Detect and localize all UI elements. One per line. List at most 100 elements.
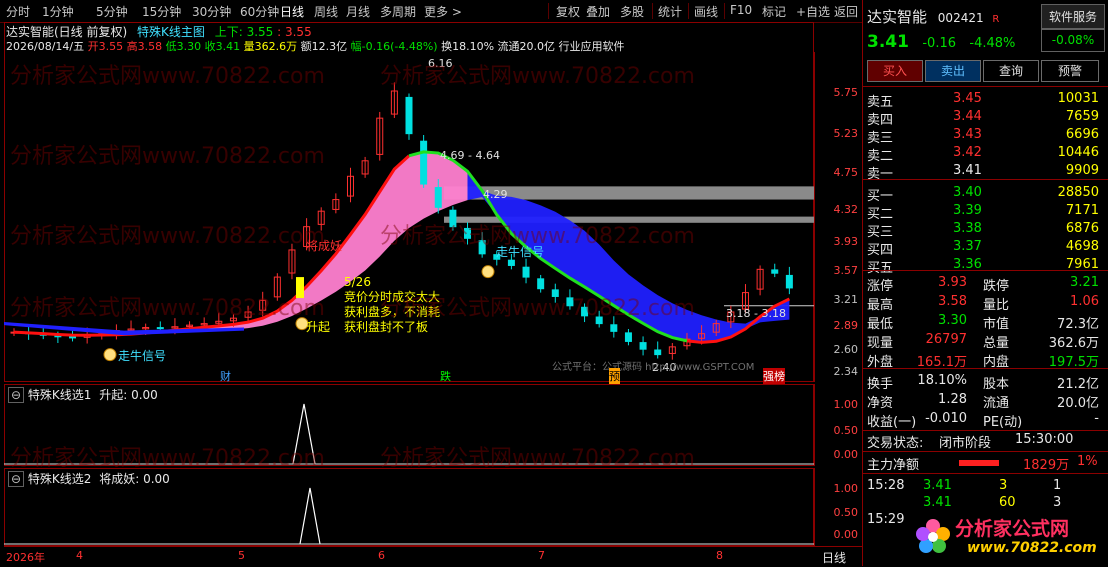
signal-label-1: 走牛信号: [118, 349, 167, 363]
buy-button[interactable]: 买入: [867, 60, 923, 82]
tick-list: 15:28 3.41 3 1 3.41 60 3 15:29: [863, 473, 1108, 527]
query-button[interactable]: 查询: [983, 60, 1039, 82]
tab-60min[interactable]: 60分钟: [240, 3, 279, 20]
tab-weekly[interactable]: 周线: [314, 3, 338, 20]
draw-line-button[interactable]: 画线: [694, 3, 718, 20]
x-tick: 8: [716, 549, 723, 562]
status-label: 交易状态:: [867, 436, 924, 451]
alert-button[interactable]: 预警: [1041, 60, 1099, 82]
back-button[interactable]: 返回: [834, 3, 858, 20]
sell-level-row[interactable]: 卖四 3.44 7659: [867, 107, 1103, 128]
tab-daily[interactable]: 日线: [280, 3, 304, 20]
shengqi-label: 升起: [306, 320, 331, 334]
add-watchlist-button[interactable]: +自选: [796, 3, 830, 20]
order-book: 卖五 3.45 10031 卖四 3.44 7659 卖三 3.43 6696 卖二 3.42 104…: [863, 86, 1108, 276]
sector-button[interactable]: 软件服务: [1041, 4, 1105, 30]
buy-level-price: 3.38: [953, 221, 982, 236]
overlay-button[interactable]: 叠加: [586, 3, 610, 20]
sell-level-row[interactable]: 卖五 3.45 10031: [867, 89, 1103, 110]
sell-level-volume: 6696: [1065, 127, 1099, 142]
buy-level-price: 3.40: [953, 185, 982, 200]
price-pct: -4.48%: [969, 36, 1016, 51]
note-block: 5/26 竞价分时成交太大 获利盘多，不消耗 获利盘封不了板: [344, 275, 440, 335]
flow-bar: [959, 460, 999, 466]
stat-row: 最高 3.58 量比 1.06: [867, 292, 1103, 313]
main-flow-row[interactable]: 主力净额 1829万 1%: [863, 451, 1108, 473]
y-tick: 5.75: [833, 86, 859, 99]
logo-name: 分析家公式网: [955, 518, 1070, 540]
tab-30min[interactable]: 30分钟: [192, 3, 231, 20]
sell-level-row[interactable]: 卖一 3.41 9909: [867, 161, 1103, 182]
buy-level-row[interactable]: 买一 3.40 28850: [867, 183, 1103, 204]
tick-time: 15:29: [867, 512, 905, 527]
candle-body: [478, 240, 486, 255]
marker-yu[interactable]: 预: [609, 368, 620, 384]
tab-fenshi[interactable]: 分时: [6, 3, 30, 20]
mark-button[interactable]: 标记: [762, 3, 786, 20]
sector-change: -0.08%: [1041, 28, 1105, 52]
sell-level-row[interactable]: 卖二 3.42 10446: [867, 143, 1103, 164]
sub1-axis: 1.00 0.50 0.00: [814, 384, 862, 466]
zone3-label: 3.18 - 3.18: [726, 307, 786, 320]
tab-15min[interactable]: 15分钟: [142, 3, 181, 20]
signal-bar: [296, 277, 304, 299]
marker-die[interactable]: 跌: [440, 368, 451, 384]
flow-label: 主力净额: [867, 458, 920, 473]
buy-level-row[interactable]: 买三 3.38 6876: [867, 219, 1103, 240]
buy-level-row[interactable]: 买四 3.37 4698: [867, 237, 1103, 258]
buy-level-row[interactable]: 买五 3.36 7961: [867, 255, 1103, 276]
signal-label-2: 走牛信号: [496, 245, 545, 259]
stat-value: 3.58: [938, 294, 967, 309]
y-tick: 5.23: [833, 127, 859, 140]
tab-1min[interactable]: 1分钟: [42, 3, 74, 20]
sell-level-price: 3.41: [953, 163, 982, 178]
tab-monthly[interactable]: 月线: [346, 3, 370, 20]
candle-body: [434, 187, 442, 208]
note-line-1: 竞价分时成交太大: [344, 290, 441, 304]
buy-level-row[interactable]: 买二 3.39 7171: [867, 201, 1103, 222]
marker-qiangbang[interactable]: 强榜: [763, 368, 785, 384]
time-axis: 2026年 4 5 6 7 8 日线: [4, 546, 862, 567]
money-bag-icon: [103, 348, 117, 362]
sell-button[interactable]: 卖出: [925, 60, 981, 82]
sell-level-row[interactable]: 卖三 3.43 6696: [867, 125, 1103, 146]
price-axis: 5.75 5.23 4.75 4.32 3.93 3.57 3.21 2.89 …: [814, 52, 862, 382]
site-logo: 分析家公式网 www.70822.com: [911, 512, 1107, 562]
stat-value: 26797: [925, 332, 967, 347]
zone2-label: 4.29: [483, 188, 508, 201]
stats-button[interactable]: 统计: [658, 3, 682, 20]
stock-name-row: 达实智能 002421 R: [867, 6, 999, 27]
formula-source-text: 公式平台：公式源码 http://www.GSPT.COM: [552, 362, 755, 373]
tick-time: 15:28: [867, 478, 905, 493]
y-tick: 1.00: [833, 398, 859, 411]
tab-multi-period[interactable]: 多周期: [380, 3, 416, 20]
stat-value: 3.30: [938, 313, 967, 328]
marker-cai[interactable]: 财: [220, 368, 231, 384]
y-tick: 4.75: [833, 166, 859, 179]
candle-body: [566, 297, 574, 307]
tab-more[interactable]: 更多 >: [424, 3, 462, 20]
candle-body: [537, 278, 545, 290]
sell-level-volume: 10446: [1057, 145, 1099, 160]
candle-body: [156, 327, 164, 330]
note-line-2: 获利盘多，不消耗: [344, 305, 441, 319]
multi-stock-button[interactable]: 多股: [620, 3, 644, 20]
tab-5min[interactable]: 5分钟: [96, 3, 128, 20]
stat-row: 最低 3.30 市值 72.3亿: [867, 311, 1103, 332]
y-tick: 3.21: [833, 293, 859, 306]
stock-name: 达实智能: [867, 8, 928, 26]
candle-body: [624, 332, 632, 342]
candle-body: [771, 269, 779, 274]
stat-row: 现量 26797 总量 362.6万: [867, 330, 1103, 351]
candle-body: [595, 316, 603, 325]
fuquan-button[interactable]: 复权: [556, 3, 580, 20]
candle-body: [610, 324, 618, 332]
sell-level-price: 3.42: [953, 145, 982, 160]
status-value: 闭市阶段: [939, 436, 992, 451]
buy-level-price: 3.39: [953, 203, 982, 218]
stat-row: 换手 18.10% 股本 21.2亿: [867, 371, 1103, 392]
stat-value: -0.010: [925, 411, 967, 426]
f10-button[interactable]: F10: [730, 3, 752, 17]
x-tick: 5: [238, 549, 245, 562]
zone1-label: 4.69 - 4.64: [440, 149, 500, 162]
